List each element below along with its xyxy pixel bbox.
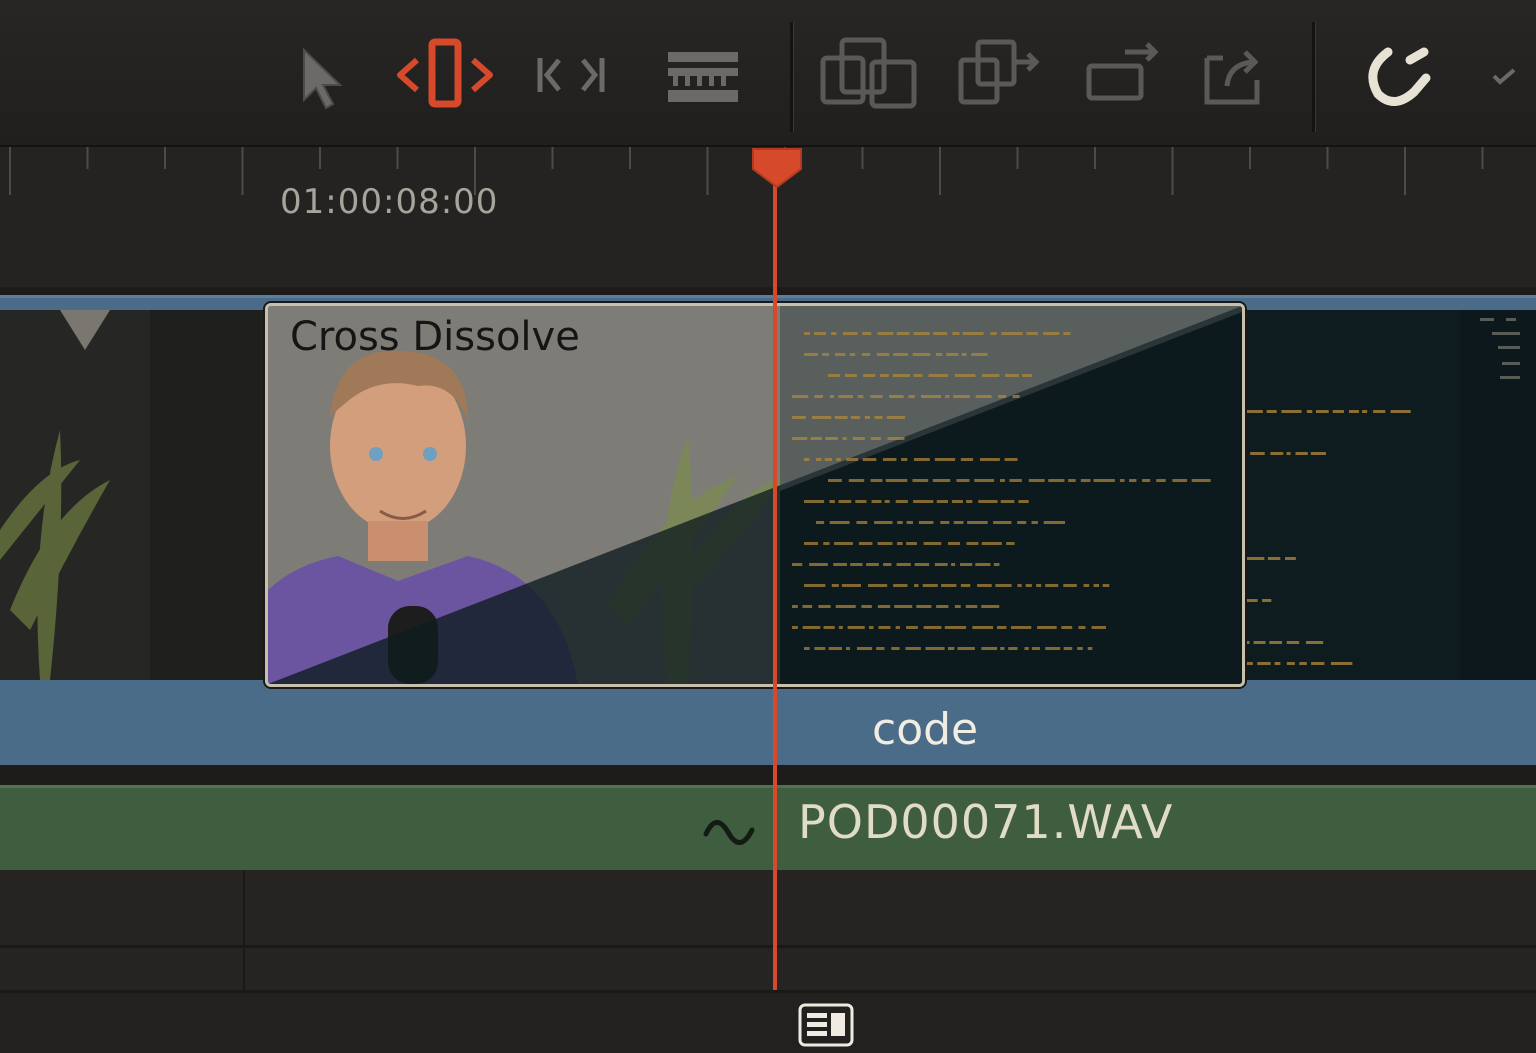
place-on-top-tool[interactable] xyxy=(1203,30,1265,120)
link-icon xyxy=(1492,68,1516,85)
trim-icon xyxy=(397,38,493,108)
insert-clip-tool[interactable] xyxy=(820,30,918,120)
ruler-timecode: 01:00:08:00 xyxy=(280,182,499,222)
place-on-top-icon xyxy=(1204,50,1260,105)
dynamic-trim-mode-tool[interactable] xyxy=(535,30,607,120)
blade-edit-mode-tool[interactable] xyxy=(665,30,741,120)
playhead-line[interactable] xyxy=(773,165,777,990)
trim-edit-mode-tool[interactable] xyxy=(395,30,495,120)
magnet-icon xyxy=(1368,47,1431,106)
insert-clip-icon xyxy=(820,37,917,109)
replace-clip-tool[interactable] xyxy=(1085,30,1161,120)
toolbar-separator xyxy=(790,22,794,132)
playhead-handle[interactable] xyxy=(751,147,803,193)
cross-dissolve-transition[interactable] xyxy=(265,303,1245,687)
empty-track-row[interactable] xyxy=(0,870,1536,948)
selection-mode-tool[interactable] xyxy=(298,30,348,120)
empty-track-row[interactable] xyxy=(0,948,1536,993)
transition-label: Cross Dissolve xyxy=(290,314,580,360)
overwrite-clip-icon xyxy=(958,39,1040,105)
timeline-toolbar xyxy=(0,0,1536,147)
audio-track-1[interactable] xyxy=(0,785,1536,873)
track-header-divider xyxy=(243,870,245,990)
track-divider xyxy=(0,765,1536,785)
blade-icon xyxy=(668,52,738,102)
overwrite-clip-tool[interactable] xyxy=(958,30,1042,120)
waveform-icon xyxy=(703,820,755,845)
snapping-toggle[interactable] xyxy=(1360,30,1440,120)
linked-selection-toggle[interactable] xyxy=(1490,30,1520,120)
toolbar-separator xyxy=(1312,22,1316,132)
compound-clip-icon xyxy=(798,1003,854,1053)
dynamic-trim-icon xyxy=(537,58,605,92)
arrow-pointer-icon xyxy=(303,47,343,110)
transition-preview-image xyxy=(268,306,1242,684)
video-clip-name: code xyxy=(872,704,979,755)
replace-clip-icon xyxy=(1086,42,1159,101)
audio-clip-name: POD00071.WAV xyxy=(798,795,1174,849)
track-divider xyxy=(0,287,1536,295)
